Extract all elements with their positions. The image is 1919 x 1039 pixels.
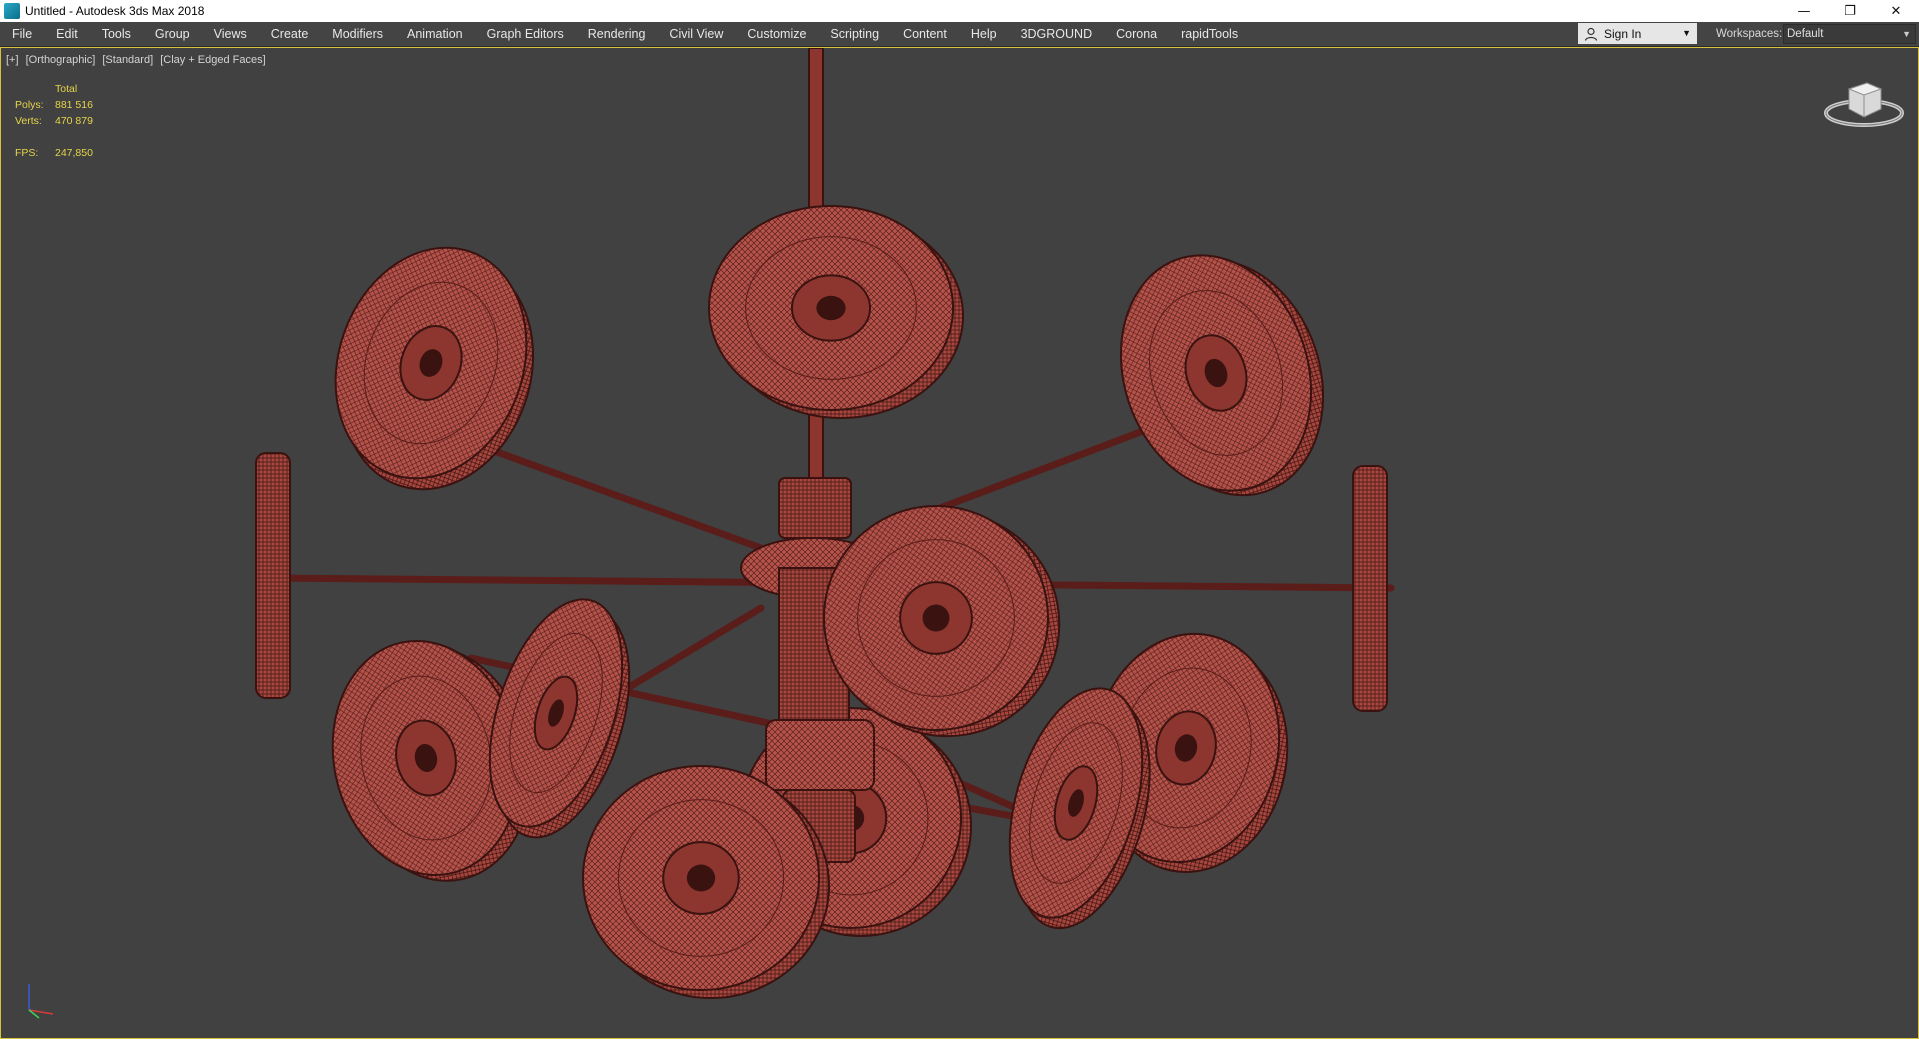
- workspaces-value: Default: [1787, 28, 1824, 40]
- menu-corona[interactable]: Corona: [1104, 22, 1169, 46]
- app-icon: [4, 3, 20, 19]
- lamp-disc: [1119, 254, 1325, 497]
- axis-tripod-icon: [28, 984, 54, 1019]
- menu-views[interactable]: Views: [202, 22, 259, 46]
- lamp-disc: [708, 205, 964, 419]
- user-icon: [1584, 27, 1598, 41]
- chandelier-model[interactable]: [255, 48, 1395, 999]
- side-cylinder-right: [1352, 465, 1388, 712]
- menu-customize[interactable]: Customize: [735, 22, 818, 46]
- fps-label: FPS:: [15, 147, 39, 159]
- window-controls: — ❐ ✕: [1781, 0, 1919, 22]
- menu-animation[interactable]: Animation: [395, 22, 475, 46]
- chevron-down-icon: ▼: [1902, 29, 1911, 39]
- menu-group[interactable]: Group: [143, 22, 202, 46]
- lamp-disc-center: [686, 864, 716, 892]
- menu-scripting[interactable]: Scripting: [818, 22, 891, 46]
- fps-value: 247,850: [55, 147, 93, 159]
- close-icon[interactable]: ✕: [1873, 0, 1919, 22]
- viewport-scene[interactable]: [1, 48, 1918, 1038]
- perspective-viewport[interactable]: [+] [Orthographic] [Standard] [Clay + Ed…: [0, 47, 1919, 1039]
- verts-value: 470 879: [55, 115, 93, 127]
- hub-lower: [765, 719, 875, 791]
- polys-value: 881 516: [55, 99, 93, 111]
- menu-content[interactable]: Content: [891, 22, 959, 46]
- menu-graph-editors[interactable]: Graph Editors: [475, 22, 576, 46]
- chevron-down-icon[interactable]: ▼: [1682, 28, 1691, 38]
- viewport-plus-menu[interactable]: [+]: [6, 54, 19, 66]
- restore-icon[interactable]: ❐: [1827, 0, 1873, 22]
- lamp-disc-center: [816, 295, 846, 321]
- menu-tools[interactable]: Tools: [90, 22, 143, 46]
- workspaces-select[interactable]: Default ▼: [1783, 24, 1916, 44]
- menu-create[interactable]: Create: [259, 22, 321, 46]
- menu-civil-view[interactable]: Civil View: [657, 22, 735, 46]
- verts-label: Verts:: [15, 115, 42, 127]
- viewport-display-mode[interactable]: [Clay + Edged Faces]: [160, 54, 265, 66]
- window-title: Untitled - Autodesk 3ds Max 2018: [25, 4, 205, 18]
- hub-top: [778, 477, 852, 539]
- sign-in-button[interactable]: Sign In ▼: [1578, 23, 1697, 44]
- stats-header: Total: [55, 83, 78, 95]
- workspaces-label: Workspaces:: [1716, 28, 1783, 40]
- title-bar: Untitled - Autodesk 3ds Max 2018 — ❐ ✕: [0, 0, 1919, 22]
- sign-in-label: Sign In: [1604, 26, 1642, 41]
- side-cylinder-left: [255, 452, 291, 699]
- viewcube-icon[interactable]: [1819, 75, 1909, 135]
- menu-modifiers[interactable]: Modifiers: [320, 22, 395, 46]
- menu-file[interactable]: File: [0, 22, 44, 46]
- minimize-icon[interactable]: —: [1781, 0, 1827, 22]
- polys-label: Polys:: [15, 99, 44, 111]
- viewport-shading-standard[interactable]: [Standard]: [102, 54, 153, 66]
- menu-rapidtools[interactable]: rapidTools: [1169, 22, 1250, 46]
- lamp-disc: [334, 246, 535, 491]
- viewport-view-menu[interactable]: [Orthographic]: [26, 54, 96, 66]
- menu-edit[interactable]: Edit: [44, 22, 90, 46]
- menu-help[interactable]: Help: [959, 22, 1009, 46]
- menu-3dground[interactable]: 3DGROUND: [1009, 22, 1105, 46]
- menu-rendering[interactable]: Rendering: [576, 22, 658, 46]
- viewport-label-menu[interactable]: [+] [Orthographic] [Standard] [Clay + Ed…: [6, 54, 270, 66]
